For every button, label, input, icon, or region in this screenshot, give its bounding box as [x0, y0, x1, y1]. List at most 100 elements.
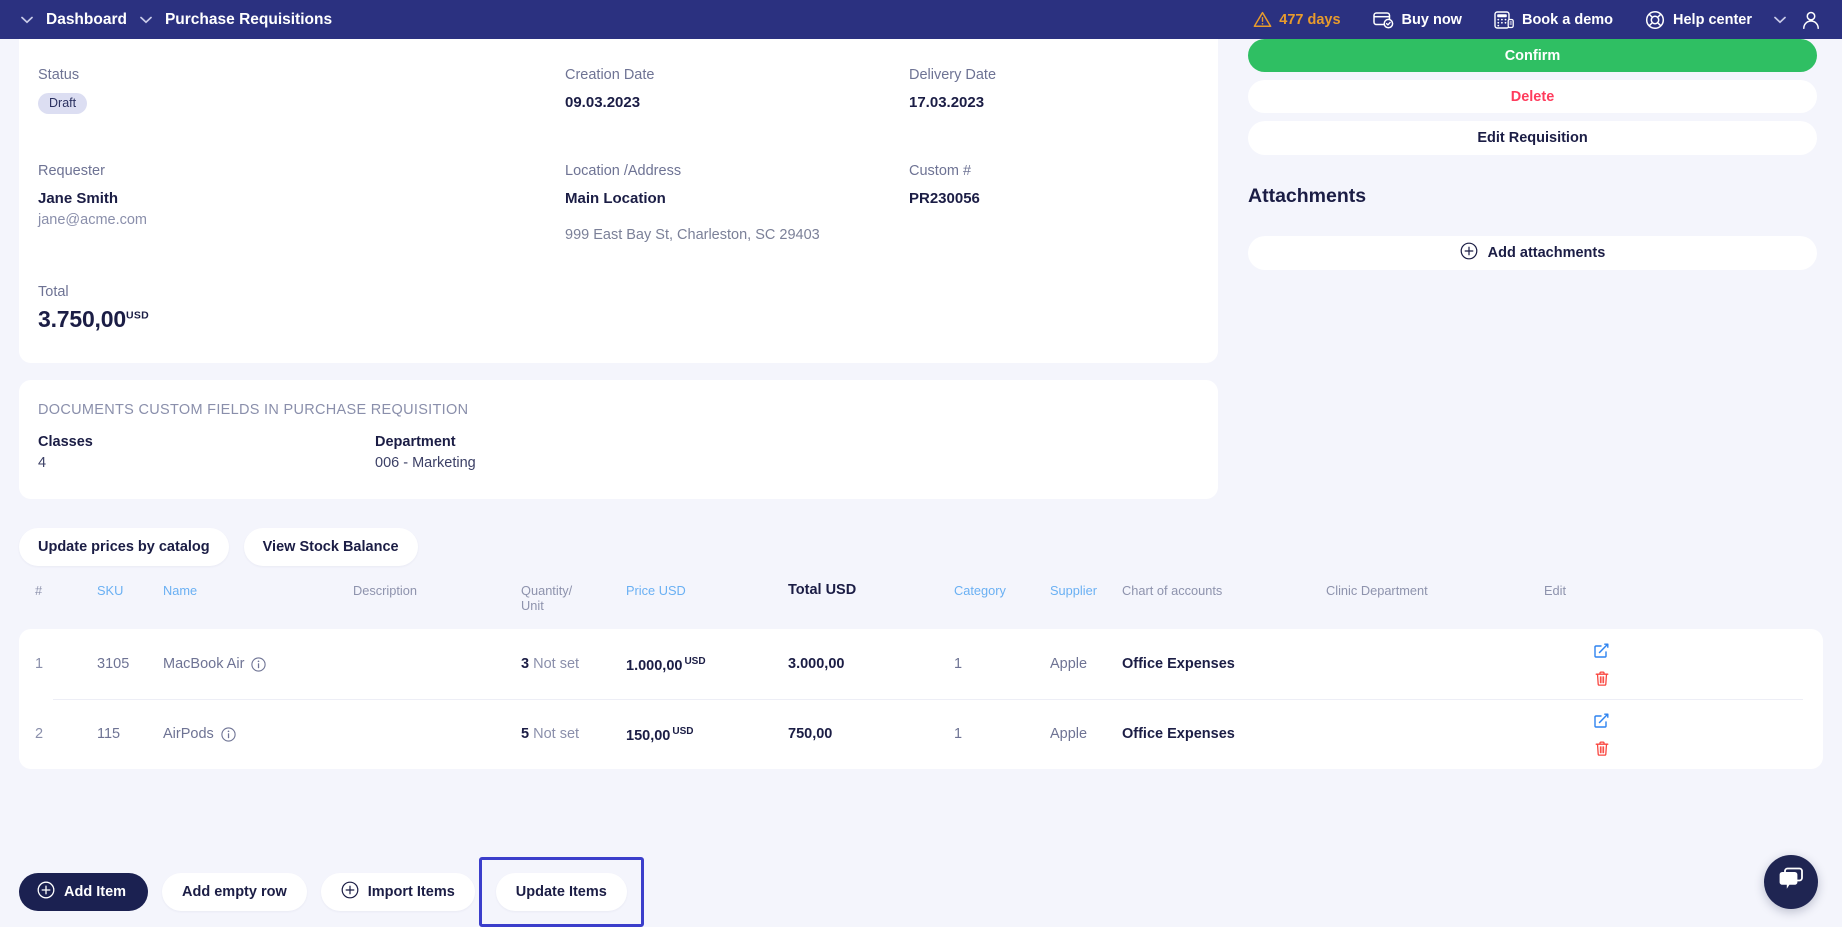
main-layout: Status Draft Creation Date 09.03.2023 De…	[0, 39, 1842, 769]
requester-name: Jane Smith	[38, 190, 119, 207]
add-item-label: Add Item	[64, 884, 127, 900]
update-items-button[interactable]: Update Items	[495, 873, 627, 911]
breadcrumb-purchase-requisitions[interactable]: Purchase Requisitions	[159, 11, 338, 29]
row-quantity-cell: 3 Not set	[521, 655, 626, 674]
classes-value: 4	[38, 455, 47, 471]
department-label: Department	[375, 434, 456, 450]
table-row[interactable]: 1 3105 MacBook Air 3 Not set 1.000,00 US…	[19, 629, 1823, 699]
import-items-button[interactable]: Import Items	[320, 873, 475, 911]
requester-email: jane@acme.com	[38, 212, 148, 228]
status-badge: Draft	[38, 93, 88, 114]
breadcrumb: Dashboard Purchase Requisitions	[14, 7, 338, 33]
row-edit-actions	[1544, 712, 1614, 757]
lifebuoy-icon	[1645, 10, 1665, 30]
confirm-button[interactable]: Confirm	[1248, 39, 1817, 72]
update-items-focus-highlight: Update Items	[478, 857, 644, 927]
info-circle-icon[interactable]	[251, 656, 267, 672]
table-row[interactable]: 2 115 AirPods 5 Not set 150,00 USD 750,0…	[19, 699, 1823, 769]
update-prices-by-catalog-button[interactable]: Update prices by catalog	[19, 528, 229, 566]
calculator-icon	[1494, 10, 1514, 29]
creation-date-value: 09.03.2023	[565, 94, 641, 111]
help-center-button[interactable]: Help center	[1629, 10, 1768, 30]
custom-fields-section-title: DOCUMENTS CUSTOM FIELDS IN PURCHASE REQU…	[38, 402, 469, 418]
location-field: Location /Address Main Location 999 East…	[565, 162, 909, 245]
edit-pencil-icon[interactable]	[1593, 712, 1610, 729]
row-name: MacBook Air	[163, 655, 245, 672]
items-bottom-actions: Add Item Add empty row Import Items Upda…	[19, 857, 644, 927]
col-header-supplier[interactable]: Supplier	[1050, 583, 1122, 606]
custom-fields-card: DOCUMENTS CUSTOM FIELDS IN PURCHASE REQU…	[19, 380, 1218, 499]
plus-circle-icon	[37, 881, 55, 903]
view-stock-balance-button[interactable]: View Stock Balance	[243, 528, 418, 566]
row-supplier: Apple	[1050, 655, 1088, 672]
add-item-button[interactable]: Add Item	[19, 873, 149, 911]
items-table-body: 1 3105 MacBook Air 3 Not set 1.000,00 US…	[19, 629, 1823, 769]
trash-icon[interactable]	[1594, 740, 1610, 757]
items-toolbar: Update prices by catalog View Stock Bala…	[19, 528, 1235, 566]
trial-days-label: 477 days	[1279, 11, 1341, 28]
location-address: 999 East Bay St, Charleston, SC 29403	[565, 227, 820, 243]
trash-icon[interactable]	[1594, 670, 1610, 687]
chat-widget-button[interactable]	[1764, 855, 1818, 909]
row-number: 1	[35, 655, 44, 672]
chevron-down-icon-2[interactable]	[133, 7, 159, 33]
col-header-unit: Unit	[521, 598, 544, 613]
breadcrumb-dashboard[interactable]: Dashboard	[40, 11, 133, 29]
book-a-demo-label: Book a demo	[1521, 11, 1614, 28]
warning-triangle-icon	[1253, 11, 1272, 28]
department-value: 006 - Marketing	[375, 455, 476, 471]
buy-now-button[interactable]: Buy now	[1357, 11, 1478, 29]
row-chart-of-accounts: Office Expenses	[1122, 725, 1235, 742]
user-avatar-icon[interactable]	[1796, 9, 1826, 31]
col-header-number: #	[35, 583, 43, 598]
total-label: Total	[38, 284, 69, 300]
row-price-cell: 150,00 USD	[626, 722, 788, 746]
row-category: 1	[954, 725, 963, 742]
col-header-quantity-unit: Quantity/Unit	[521, 583, 626, 621]
col-header-name[interactable]: Name	[163, 583, 353, 606]
card-check-icon	[1372, 11, 1394, 29]
add-attachments-label: Add attachments	[1487, 245, 1606, 261]
location-label: Location /Address	[565, 163, 682, 179]
chevron-down-icon[interactable]	[14, 7, 40, 33]
row-sku: 115	[97, 725, 121, 742]
requisition-summary-card: Status Draft Creation Date 09.03.2023 De…	[19, 39, 1218, 363]
row-unit: Not set	[533, 725, 580, 742]
top-navigation-bar: Dashboard Purchase Requisitions 477 days	[0, 0, 1842, 39]
add-attachments-button[interactable]: Add attachments	[1248, 236, 1817, 270]
trial-days-indicator[interactable]: 477 days	[1237, 11, 1356, 28]
edit-requisition-button[interactable]: Edit Requisition	[1248, 121, 1817, 155]
status-label: Status	[38, 67, 80, 83]
col-header-price[interactable]: Price USD	[626, 583, 788, 606]
book-a-demo-button[interactable]: Book a demo	[1478, 10, 1629, 29]
chevron-down-icon-user[interactable]	[1768, 13, 1796, 27]
row-price-cell: 1.000,00 USD	[626, 652, 788, 676]
custom-field-classes: Classes 4	[38, 432, 375, 473]
row-total: 3.000,00	[788, 655, 845, 672]
info-circle-icon[interactable]	[221, 726, 236, 742]
add-empty-row-button[interactable]: Add empty row	[162, 873, 307, 911]
main-column: Status Draft Creation Date 09.03.2023 De…	[0, 39, 1823, 769]
row-price-currency: USD	[672, 726, 694, 738]
custom-number-label: Custom #	[909, 163, 972, 179]
edit-pencil-icon[interactable]	[1593, 642, 1610, 659]
total-currency: USD	[125, 309, 150, 322]
col-header-sku[interactable]: SKU	[97, 583, 163, 606]
total-field: Total 3.750,00USD	[38, 284, 565, 333]
summary-grid: Status Draft Creation Date 09.03.2023 De…	[38, 66, 1182, 333]
custom-number-field: Custom # PR230056	[909, 162, 1182, 245]
classes-label: Classes	[38, 434, 93, 450]
delete-button[interactable]: Delete	[1248, 80, 1817, 113]
row-quantity: 3	[521, 655, 530, 672]
requester-label: Requester	[38, 163, 105, 179]
col-header-quantity: Quantity/	[521, 583, 573, 598]
import-items-label: Import Items	[367, 884, 455, 900]
row-quantity-cell: 5 Not set	[521, 725, 626, 744]
col-header-description: Description	[353, 583, 418, 598]
col-header-category[interactable]: Category	[954, 583, 1050, 606]
